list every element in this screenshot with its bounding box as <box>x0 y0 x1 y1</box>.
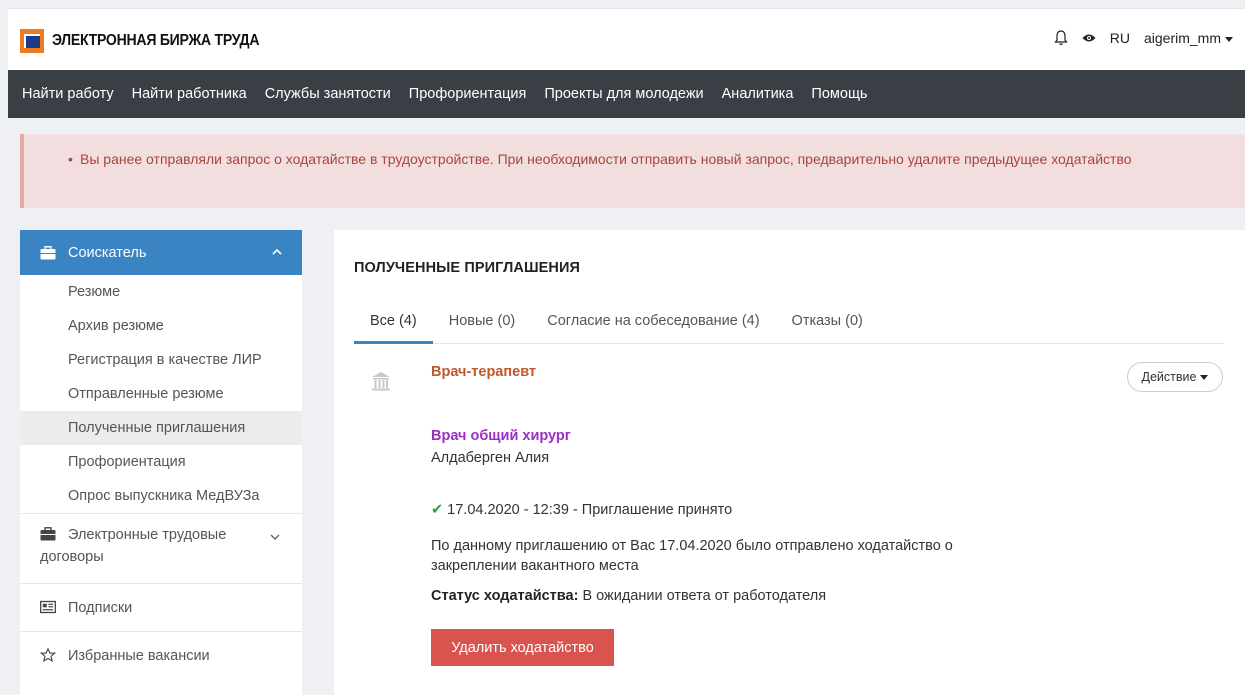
caret-down-icon <box>1225 36 1233 42</box>
briefcase-icon <box>40 245 56 259</box>
nav-youth-projects[interactable]: Проекты для молодежи <box>544 86 703 102</box>
nav-find-job[interactable]: Найти работу <box>22 86 114 102</box>
nav-employment-services[interactable]: Службы занятости <box>265 86 391 102</box>
bell-icon[interactable] <box>1054 30 1068 46</box>
sidebar-group-subscriptions[interactable]: Подписки <box>20 583 302 631</box>
sidebar: Соискатель Резюме Архив резюме Регистрац… <box>20 230 302 695</box>
request-note: По данному приглашению от Вас 17.04.2020… <box>431 538 953 574</box>
briefcase-icon <box>40 527 56 541</box>
sidebar-group-label: Подписки <box>68 600 133 616</box>
chevron-down-icon <box>270 534 280 540</box>
sidebar-group-contracts[interactable]: Электронные трудовые договоры <box>20 513 302 583</box>
language-switch[interactable]: RU <box>1110 30 1130 46</box>
sidebar-item-sent-resumes[interactable]: Отправленные резюме <box>20 377 302 411</box>
tab-new[interactable]: Новые (0) <box>433 306 531 344</box>
sidebar-item-graduate-survey[interactable]: Опрос выпускника МедВУЗа <box>20 479 302 513</box>
sidebar-item-lir-registration[interactable]: Регистрация в качестве ЛИР <box>20 343 302 377</box>
sidebar-section-title: Соискатель <box>68 244 147 261</box>
status-text: 17.04.2020 - 12:39 - Приглашение принято <box>447 502 733 518</box>
employer-position-link[interactable]: Врач-терапевт <box>431 364 536 380</box>
sidebar-item-resume-archive[interactable]: Архив резюме <box>20 309 302 343</box>
sidebar-item-career-guidance[interactable]: Профориентация <box>20 445 302 479</box>
check-icon: ✔ <box>431 502 444 518</box>
sidebar-item-resume[interactable]: Резюме <box>20 275 302 309</box>
chevron-up-icon <box>272 248 282 255</box>
request-status-value: В ожидании ответа от работодателя <box>582 588 827 604</box>
username: aigerim_mm <box>1143 30 1221 46</box>
action-dropdown-button[interactable]: Действие <box>1127 362 1223 392</box>
sidebar-group-label: Электронные трудовые договоры <box>40 527 227 565</box>
eye-icon[interactable] <box>1082 33 1096 43</box>
sidebar-group-label: Избранные вакансии <box>68 648 210 664</box>
star-icon <box>40 648 56 662</box>
tab-rejections[interactable]: Отказы (0) <box>776 306 879 344</box>
logo-text: ЭЛЕКТРОННАЯ БИРЖА ТРУДА <box>52 32 260 49</box>
nav-career-guidance[interactable]: Профориентация <box>409 86 527 102</box>
user-menu[interactable]: aigerim_mm <box>1144 30 1233 46</box>
caret-down-icon <box>1200 374 1209 380</box>
invitation-tabs: Все (4) Новые (0) Согласие на собеседова… <box>354 306 1224 344</box>
candidate-name: Алдаберген Алия <box>431 450 550 466</box>
alert-text: Вы ранее отправляли запрос о ходатайстве… <box>80 151 1132 167</box>
request-status: Статус ходатайства: В ожидании ответа от… <box>431 588 826 604</box>
action-label: Действие <box>1141 370 1197 384</box>
sidebar-submenu: Резюме Архив резюме Регистрация в качест… <box>20 275 302 513</box>
logo-icon <box>20 29 44 53</box>
page-title: ПОЛУЧЕННЫЕ ПРИГЛАШЕНИЯ <box>354 260 581 276</box>
nav-analytics[interactable]: Аналитика <box>722 86 794 102</box>
header-actions: RU aigerim_mm <box>1054 30 1233 46</box>
invitation-status: ✔ 17.04.2020 - 12:39 - Приглашение принят… <box>431 502 732 518</box>
vacancy-title-link[interactable]: Врач общий хирург <box>431 428 571 444</box>
main-nav: Найти работу Найти работника Службы заня… <box>8 70 1245 118</box>
alert-bullet: • <box>68 151 73 167</box>
sidebar-item-received-invitations[interactable]: Полученные приглашения <box>20 411 302 445</box>
sidebar-section-jobseeker[interactable]: Соискатель <box>20 230 302 275</box>
tab-interview-consent[interactable]: Согласие на собеседование (4) <box>531 306 775 344</box>
request-status-label: Статус ходатайства: <box>431 588 579 604</box>
delete-request-button[interactable]: Удалить ходатайство <box>431 629 614 666</box>
institution-icon <box>372 372 390 391</box>
nav-find-worker[interactable]: Найти работника <box>132 86 247 102</box>
alert-message: • Вы ранее отправляли запрос о ходатайст… <box>20 134 1245 208</box>
newspaper-icon <box>40 600 56 614</box>
nav-help[interactable]: Помощь <box>811 86 867 102</box>
main-panel: ПОЛУЧЕННЫЕ ПРИГЛАШЕНИЯ Все (4) Новые (0)… <box>334 230 1245 695</box>
tab-all[interactable]: Все (4) <box>354 306 433 344</box>
sidebar-group-favorites[interactable]: Избранные вакансии <box>20 631 302 679</box>
top-header: ЭЛЕКТРОННАЯ БИРЖА ТРУДА RU aigerim_mm <box>8 8 1245 70</box>
site-logo[interactable]: ЭЛЕКТРОННАЯ БИРЖА ТРУДА <box>20 29 287 53</box>
